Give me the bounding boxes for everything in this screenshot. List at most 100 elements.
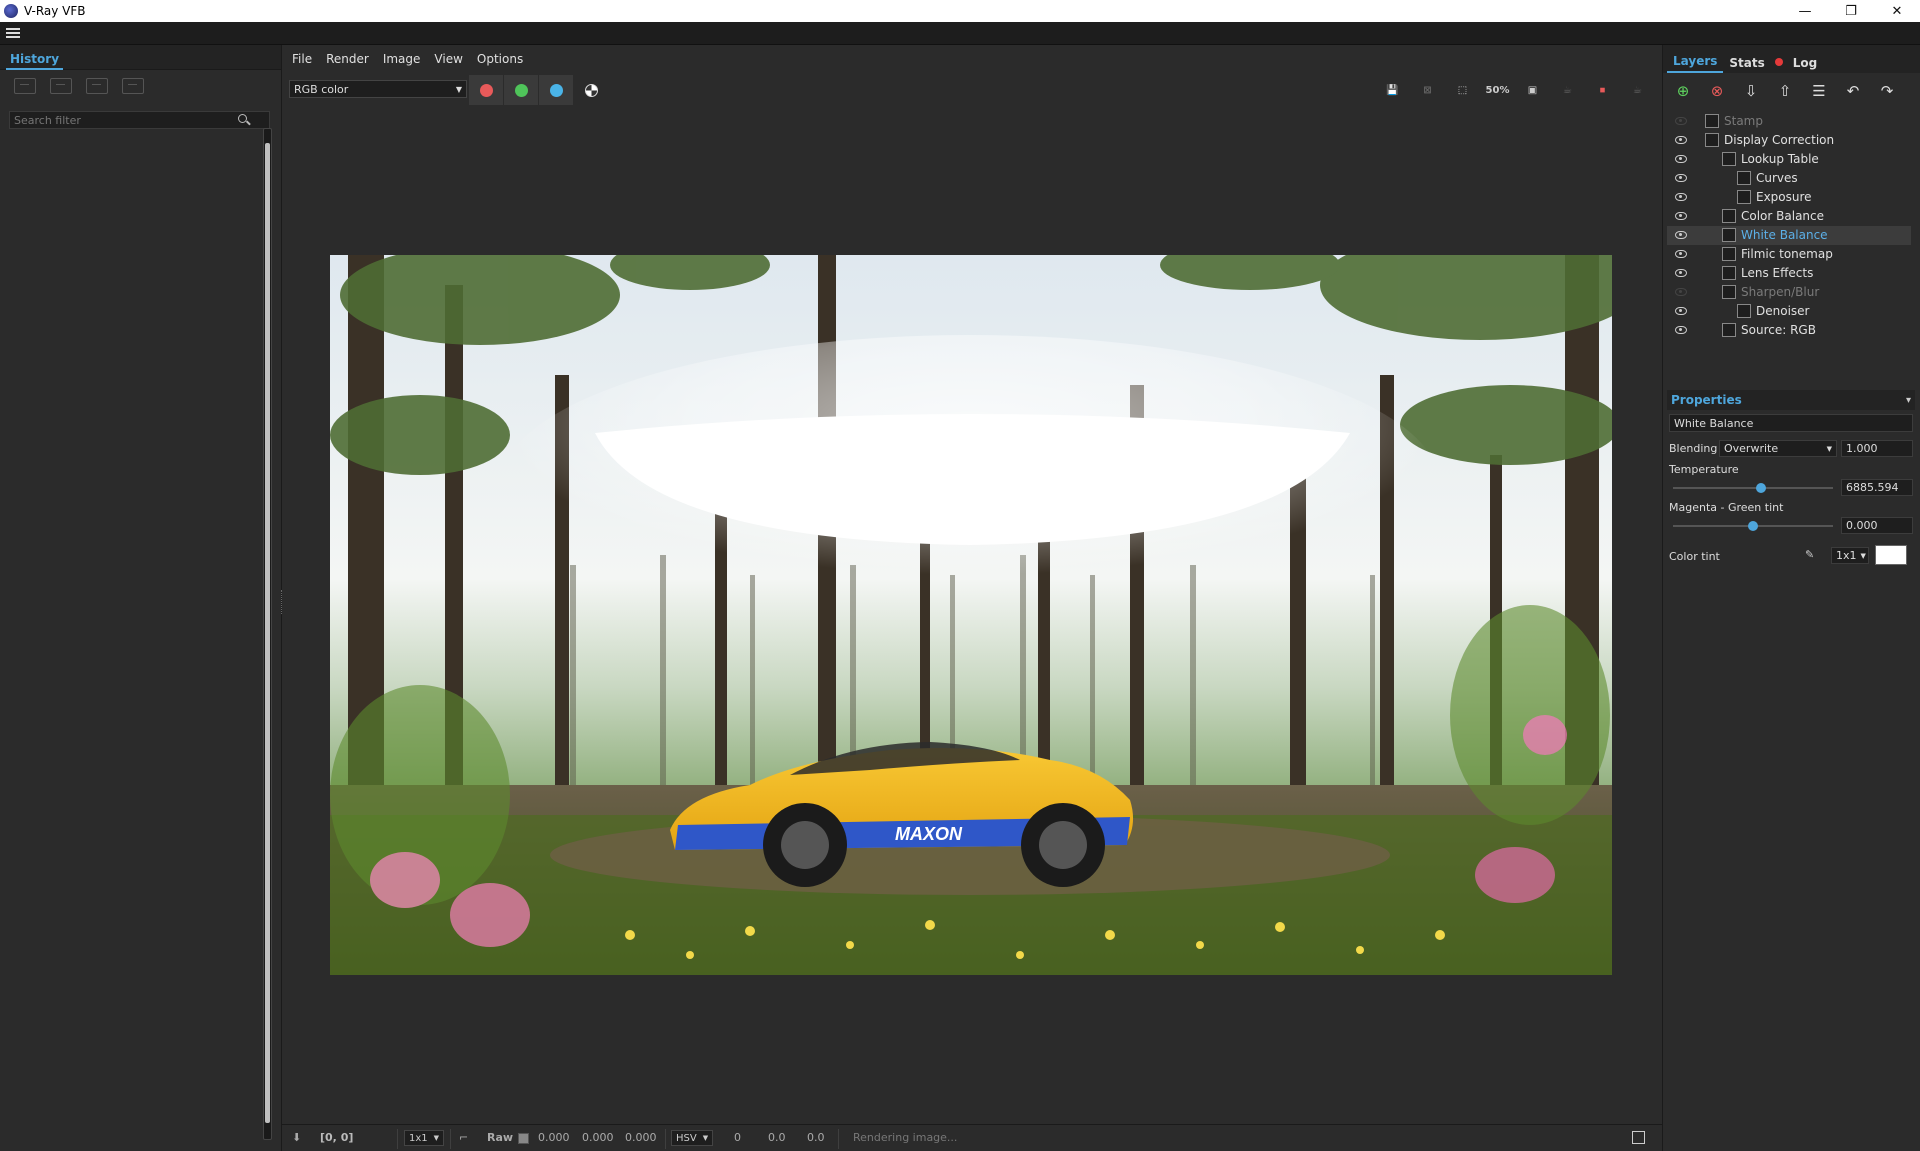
blending-mode-select[interactable]: Overwrite ▼ — [1719, 440, 1837, 457]
zoom-level-button[interactable]: 50% — [1485, 78, 1510, 103]
tab-layers[interactable]: Layers — [1667, 51, 1724, 73]
temperature-slider[interactable] — [1673, 483, 1833, 493]
history-load-icon[interactable] — [86, 78, 108, 94]
menu-render[interactable]: Render — [326, 52, 369, 66]
visibility-eye-icon[interactable] — [1675, 193, 1687, 201]
blending-label: Blending — [1669, 442, 1718, 455]
menu-image[interactable]: Image — [383, 52, 421, 66]
layer-label: Sharpen/Blur — [1741, 285, 1820, 299]
pixel-coords: [0, 0] — [320, 1131, 354, 1144]
restore-button[interactable]: ❐ — [1828, 0, 1874, 22]
eyedropper-icon[interactable]: ✎ — [1805, 548, 1814, 561]
layer-label: Exposure — [1756, 190, 1812, 204]
visibility-eye-icon[interactable] — [1675, 307, 1687, 315]
sample-size-select[interactable]: 1x1 ▼ — [404, 1130, 445, 1146]
layer-row[interactable]: Curves — [1667, 169, 1911, 188]
load-layer-tree-icon[interactable]: ⇧ — [1773, 80, 1797, 102]
color-tint-swatch[interactable] — [1875, 545, 1907, 565]
properties-options-icon[interactable]: ▾ — [1906, 395, 1911, 406]
close-button[interactable]: ✕ — [1874, 0, 1920, 22]
history-search-input[interactable] — [10, 113, 237, 127]
color-space-select[interactable]: HSV ▼ — [671, 1130, 714, 1146]
minimize-button[interactable]: — — [1782, 0, 1828, 22]
tint-field[interactable]: 0.000 — [1841, 517, 1913, 534]
visibility-eye-icon[interactable] — [1675, 231, 1687, 239]
color-balance-icon — [1722, 209, 1736, 223]
layer-name-field[interactable]: White Balance — [1669, 414, 1913, 432]
layer-row[interactable]: Sharpen/Blur — [1667, 283, 1911, 302]
lut-icon — [1722, 152, 1736, 166]
temperature-label: Temperature — [1669, 463, 1739, 476]
render-interactive-icon[interactable]: ☕ — [1555, 78, 1580, 103]
layer-row[interactable]: Lens Effects — [1667, 264, 1911, 283]
layer-row[interactable]: White Balance — [1667, 226, 1911, 245]
history-remove-icon[interactable] — [122, 78, 144, 94]
visibility-eye-icon[interactable] — [1675, 174, 1687, 182]
history-list[interactable] — [8, 135, 263, 1139]
undo-icon[interactable]: ↶ — [1841, 80, 1865, 102]
green-channel-button[interactable] — [504, 75, 538, 105]
visibility-eye-icon[interactable] — [1675, 212, 1687, 220]
red-channel-button[interactable] — [469, 75, 503, 105]
visibility-eye-icon[interactable] — [1675, 326, 1687, 334]
save-layer-tree-icon[interactable]: ⇩ — [1739, 80, 1763, 102]
layer-presets-icon[interactable]: ☰ — [1807, 80, 1831, 102]
visibility-eye-icon[interactable] — [1675, 288, 1687, 296]
log-toggle-icon[interactable] — [1632, 1131, 1645, 1144]
layer-row[interactable]: Filmic tonemap — [1667, 245, 1911, 264]
layer-row[interactable]: Stamp — [1667, 112, 1911, 131]
visibility-eye-icon[interactable] — [1675, 136, 1687, 144]
layer-row[interactable]: Source: RGB — [1667, 321, 1911, 340]
region-render-icon[interactable]: ⬚ — [1450, 78, 1475, 103]
blue-channel-button[interactable] — [539, 75, 573, 105]
temperature-field[interactable]: 6885.594 — [1841, 479, 1913, 496]
layer-row[interactable]: Denoiser — [1667, 302, 1911, 321]
tab-history[interactable]: History — [6, 50, 64, 70]
tab-log[interactable]: Log — [1787, 53, 1823, 73]
vray-logo-icon — [4, 4, 18, 18]
clear-image-icon[interactable]: ⊠ — [1415, 78, 1440, 103]
menu-file[interactable]: File — [292, 52, 312, 66]
history-save-icon[interactable] — [14, 78, 36, 94]
layer-label: Lens Effects — [1741, 266, 1814, 280]
redo-icon[interactable]: ↷ — [1875, 80, 1899, 102]
chevron-down-icon: ▼ — [455, 84, 462, 94]
layer-row[interactable]: Lookup Table — [1667, 150, 1911, 169]
raw-color-swatch — [518, 1133, 529, 1144]
pixel-g-value: 0.000 — [582, 1131, 614, 1144]
rendered-image[interactable]: MAXON — [330, 255, 1612, 975]
add-layer-icon[interactable]: ⊕ — [1671, 80, 1695, 102]
delete-layer-icon[interactable]: ⊗ — [1705, 80, 1729, 102]
color-tint-sample-select[interactable]: 1x1 ▼ — [1831, 547, 1869, 564]
curve-icon[interactable]: ⌐ — [459, 1131, 468, 1144]
visibility-eye-icon[interactable] — [1675, 155, 1687, 163]
visibility-eye-icon[interactable] — [1675, 250, 1687, 258]
hamburger-menu-icon[interactable] — [6, 26, 20, 40]
fit-view-icon[interactable]: ▣ — [1520, 78, 1545, 103]
stop-render-icon[interactable]: ⏹ — [1590, 78, 1615, 103]
layer-row[interactable]: Color Balance — [1667, 207, 1911, 226]
visibility-eye-icon[interactable] — [1675, 269, 1687, 277]
layer-row[interactable]: Exposure — [1667, 188, 1911, 207]
tint-slider[interactable] — [1673, 521, 1833, 531]
search-icon[interactable] — [237, 113, 251, 127]
layer-row[interactable]: Display Correction — [1667, 131, 1911, 150]
history-scrollbar[interactable] — [263, 128, 272, 1140]
visibility-eye-icon[interactable] — [1675, 117, 1687, 125]
render-icon[interactable]: ☕ — [1625, 78, 1650, 103]
channel-select-value: RGB color — [294, 82, 349, 96]
white-balance-icon — [1722, 228, 1736, 242]
raw-label: Raw — [487, 1131, 514, 1144]
pick-pixel-icon[interactable]: ⬇ — [292, 1131, 301, 1144]
tab-stats[interactable]: Stats — [1723, 53, 1770, 73]
tint-slider-handle[interactable] — [1748, 521, 1758, 531]
menu-view[interactable]: View — [434, 52, 462, 66]
save-image-icon[interactable]: 💾 — [1380, 78, 1405, 103]
blending-amount-field[interactable]: 1.000 — [1841, 440, 1913, 457]
alpha-channel-button[interactable] — [574, 75, 608, 105]
history-compare-icon[interactable] — [50, 78, 72, 94]
temperature-slider-handle[interactable] — [1756, 483, 1766, 493]
properties-header: Properties ▾ — [1667, 390, 1915, 410]
channel-select[interactable]: RGB color ▼ — [289, 80, 467, 98]
menu-options[interactable]: Options — [477, 52, 523, 66]
